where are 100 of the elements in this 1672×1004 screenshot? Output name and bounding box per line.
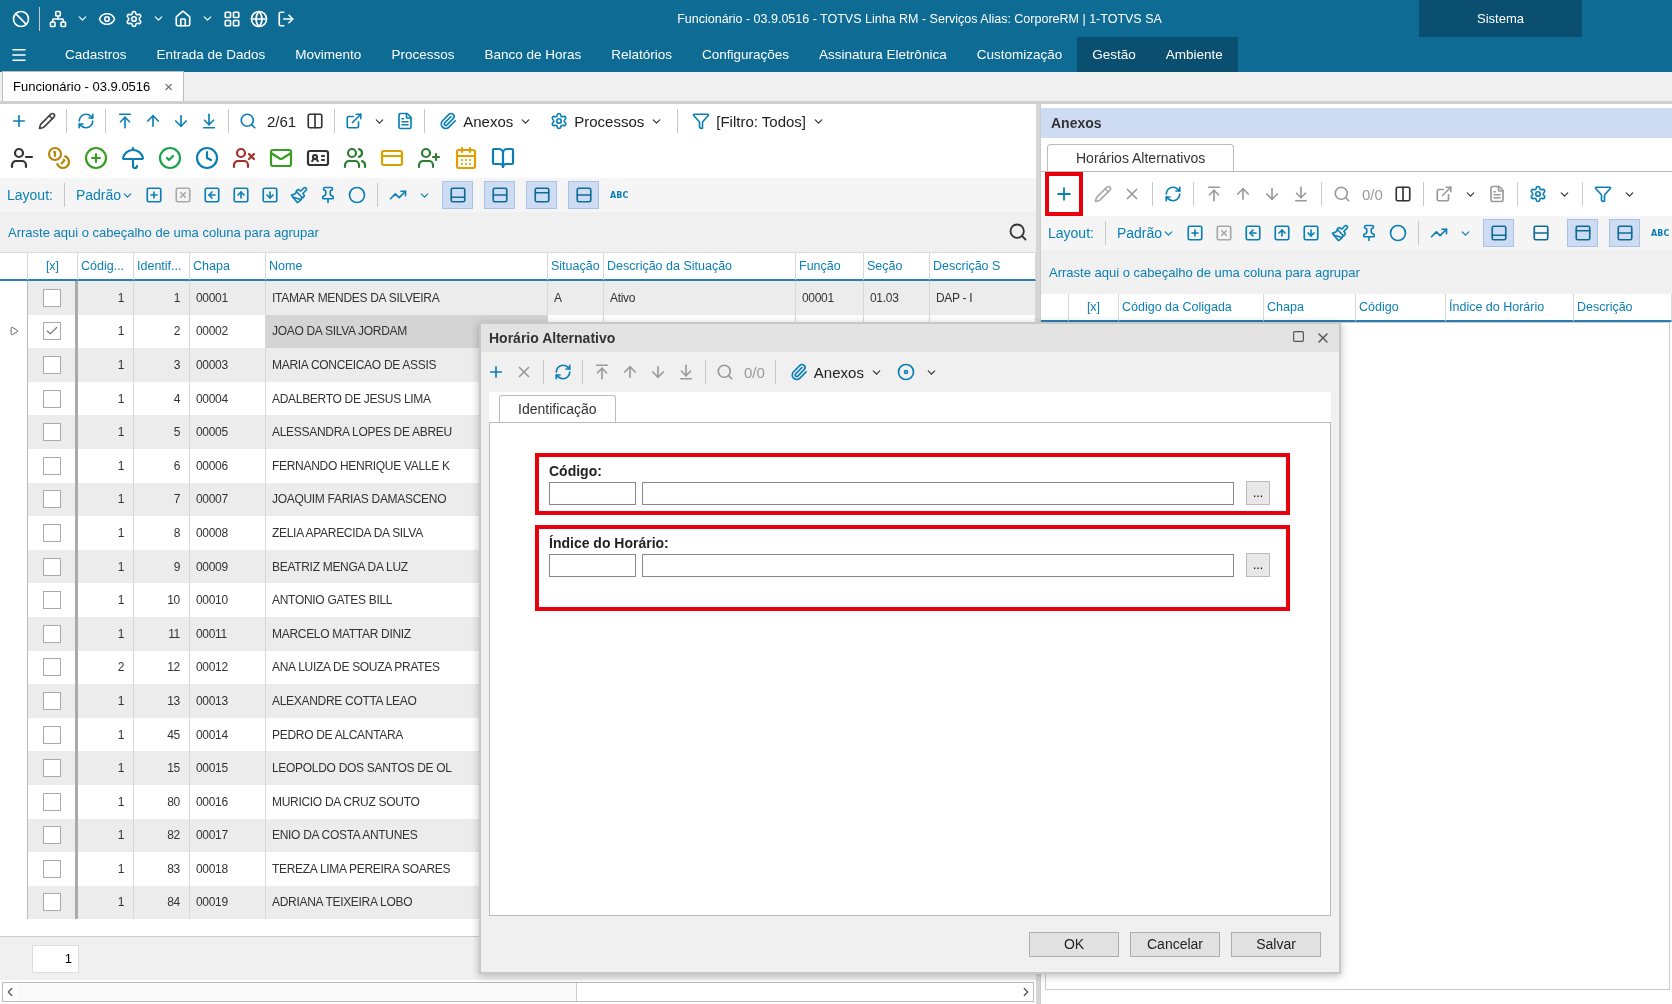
calendar-icon[interactable] bbox=[454, 146, 478, 170]
columns-icon[interactable] bbox=[306, 112, 325, 130]
previous-icon[interactable] bbox=[144, 112, 162, 130]
column-header[interactable]: Nome bbox=[266, 253, 548, 281]
column-header[interactable]: [x] bbox=[1069, 294, 1119, 322]
plus-square-icon[interactable] bbox=[1186, 224, 1205, 242]
dialog-button[interactable]: Cancelar bbox=[1130, 931, 1220, 957]
description-input[interactable] bbox=[642, 553, 1234, 577]
close-icon[interactable] bbox=[1315, 330, 1331, 346]
column-header[interactable]: Descrição da Situação bbox=[604, 253, 796, 281]
form-tab[interactable]: Identificação bbox=[499, 395, 616, 422]
row-checkbox[interactable] bbox=[42, 893, 61, 912]
arrow-down-square-icon[interactable] bbox=[261, 186, 280, 204]
filter-icon[interactable] bbox=[692, 112, 711, 130]
circle-icon[interactable] bbox=[1389, 224, 1408, 242]
last-record-icon[interactable] bbox=[200, 112, 218, 130]
brush-icon[interactable] bbox=[290, 186, 309, 204]
clock-icon[interactable] bbox=[195, 146, 219, 170]
row-checkbox[interactable] bbox=[42, 658, 61, 677]
arrow-up-square-icon[interactable] bbox=[1273, 224, 1292, 242]
users-icon[interactable] bbox=[343, 146, 367, 170]
user-add-icon[interactable] bbox=[417, 146, 441, 170]
menu-item[interactable]: Customização bbox=[961, 37, 1078, 72]
coins-icon[interactable] bbox=[47, 146, 71, 170]
processes-dropdown[interactable]: Processos bbox=[546, 112, 668, 130]
menu-item[interactable]: Entrada de Dados bbox=[141, 37, 281, 72]
view-toggle[interactable] bbox=[442, 181, 474, 209]
home-icon[interactable] bbox=[174, 9, 192, 28]
view-toggle[interactable] bbox=[568, 181, 600, 209]
panel-top-icon[interactable] bbox=[1573, 224, 1592, 242]
delete-square-icon[interactable] bbox=[174, 186, 193, 204]
add-button[interactable] bbox=[1045, 172, 1083, 216]
dialog-button[interactable]: Salvar bbox=[1231, 931, 1321, 957]
filter-icon[interactable] bbox=[1593, 185, 1612, 203]
scrollbar-thumb[interactable] bbox=[17, 983, 577, 1001]
column-header[interactable]: Função bbox=[796, 253, 864, 281]
next-icon[interactable] bbox=[172, 112, 190, 130]
column-header[interactable]: Índice do Horário bbox=[1446, 294, 1574, 322]
last-record-icon[interactable] bbox=[1292, 185, 1310, 203]
arrow-square-icon[interactable] bbox=[203, 186, 222, 204]
refresh-icon[interactable] bbox=[77, 112, 95, 130]
brush-icon[interactable] bbox=[1331, 224, 1350, 242]
code-input[interactable] bbox=[549, 481, 636, 505]
row-checkbox[interactable] bbox=[42, 624, 61, 643]
circle-icon[interactable] bbox=[348, 186, 367, 204]
arrow-up-square-icon[interactable] bbox=[232, 186, 251, 204]
panel-top-icon[interactable] bbox=[532, 186, 551, 204]
row-checkbox[interactable] bbox=[42, 356, 61, 374]
check-icon[interactable] bbox=[158, 146, 182, 170]
edit-icon[interactable] bbox=[38, 112, 56, 130]
attachments-dropdown[interactable]: Anexos bbox=[435, 112, 537, 130]
add-icon[interactable] bbox=[10, 112, 28, 130]
row-checkbox[interactable] bbox=[42, 322, 61, 341]
row-checkbox[interactable] bbox=[42, 759, 61, 778]
settings-icon[interactable] bbox=[125, 9, 143, 28]
user-remove-icon[interactable] bbox=[232, 146, 256, 170]
row-checkbox[interactable] bbox=[42, 591, 61, 610]
rows-icon[interactable] bbox=[1615, 224, 1634, 242]
row-checkbox[interactable] bbox=[42, 826, 61, 845]
grid-icon[interactable] bbox=[223, 9, 241, 28]
row-checkbox[interactable] bbox=[42, 691, 61, 710]
panel-tab[interactable]: Horários Alternativos bbox=[1047, 144, 1235, 171]
rows-icon[interactable] bbox=[574, 186, 593, 204]
close-icon[interactable]: × bbox=[164, 78, 174, 95]
row-checkbox[interactable] bbox=[42, 423, 61, 442]
lookup-button[interactable]: ... bbox=[1246, 481, 1270, 505]
maximize-icon[interactable] bbox=[1292, 330, 1305, 343]
column-header[interactable]: Código bbox=[1356, 294, 1446, 322]
menu-item[interactable]: Assinatura Eletrônica bbox=[804, 37, 962, 72]
attachments-dropdown[interactable]: Anexos bbox=[785, 363, 887, 381]
row-checkbox[interactable] bbox=[42, 859, 61, 878]
previous-icon[interactable] bbox=[621, 363, 639, 381]
panel-bottom-icon[interactable] bbox=[448, 186, 467, 204]
row-checkbox[interactable] bbox=[42, 557, 61, 576]
column-header[interactable]: Chapa bbox=[190, 253, 266, 281]
spelling-icon[interactable]: ABC bbox=[1651, 228, 1670, 238]
umbrella-icon[interactable] bbox=[121, 146, 145, 170]
next-icon[interactable] bbox=[649, 363, 667, 381]
network-icon[interactable] bbox=[49, 9, 67, 28]
previous-icon[interactable] bbox=[1234, 185, 1252, 203]
column-header[interactable]: Situação bbox=[548, 253, 604, 281]
spelling-icon[interactable]: ABC bbox=[610, 190, 629, 200]
layout-preset-dropdown[interactable]: Padrão bbox=[1116, 225, 1176, 241]
column-header[interactable]: Código da Coligada bbox=[1119, 294, 1264, 322]
column-header[interactable]: Descrição bbox=[1574, 294, 1672, 322]
globe-icon[interactable] bbox=[250, 9, 268, 28]
book-icon[interactable] bbox=[491, 146, 515, 170]
add-icon[interactable] bbox=[1054, 184, 1074, 204]
dialog-button[interactable]: OK bbox=[1029, 931, 1119, 957]
view-toggle[interactable] bbox=[526, 181, 558, 209]
description-input[interactable] bbox=[642, 481, 1234, 505]
delete-square-icon[interactable] bbox=[1215, 224, 1234, 242]
code-input[interactable] bbox=[549, 553, 636, 577]
column-header[interactable]: Descrição S bbox=[930, 253, 1036, 281]
first-record-icon[interactable] bbox=[116, 112, 134, 130]
add-icon[interactable] bbox=[487, 363, 505, 381]
document-icon[interactable] bbox=[1487, 185, 1506, 203]
paperclip-icon[interactable] bbox=[789, 363, 808, 381]
settings-icon[interactable] bbox=[1528, 185, 1547, 203]
export-icon[interactable] bbox=[1434, 185, 1453, 203]
